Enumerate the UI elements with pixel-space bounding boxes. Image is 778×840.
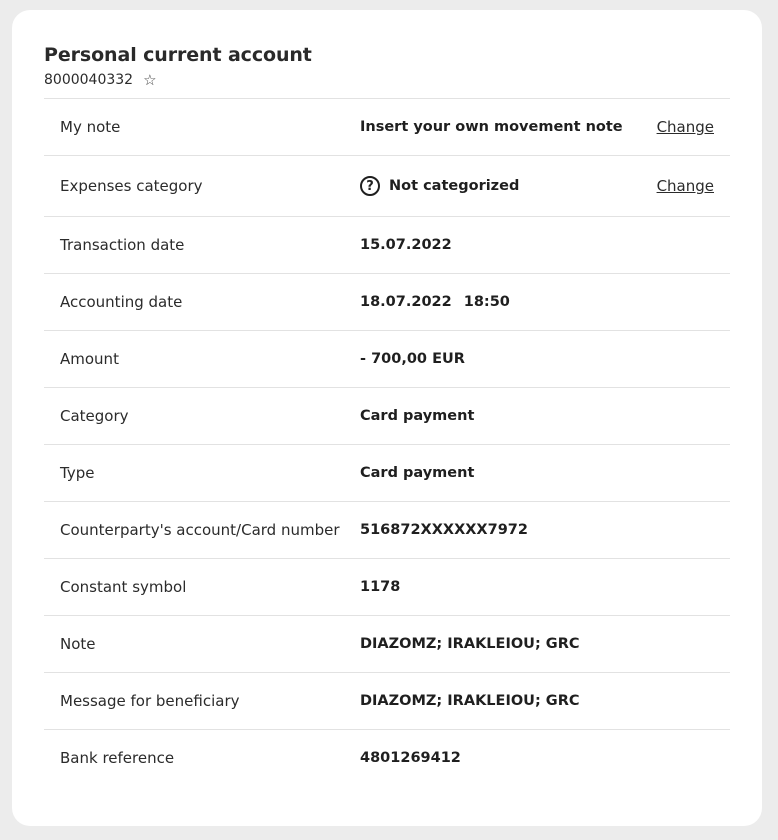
transaction-details-list: My note Insert your own movement note Ch… [44,98,730,786]
detail-label: Accounting date [60,293,183,311]
detail-label: Bank reference [60,749,175,767]
detail-label: Type [60,464,95,482]
detail-value: Insert your own movement note [360,119,623,135]
detail-value: DIAZOMZ; IRAKLEIOU; GRC [360,636,580,652]
detail-row-counterparty: Counterparty's account/Card number 51687… [44,501,730,558]
detail-label: Message for beneficiary [60,692,240,710]
detail-label: Expenses category [60,177,203,195]
detail-value: 516872XXXXXX7972 [360,522,528,538]
detail-value: Card payment [360,408,475,424]
detail-label: Note [60,635,96,653]
detail-value: 15.07.2022 [360,237,452,253]
detail-value-time: 18:50 [463,294,510,310]
detail-row-my-note: My note Insert your own movement note Ch… [44,98,730,155]
detail-row-type: Type Card payment [44,444,730,501]
change-category-link[interactable]: Change [657,177,714,195]
detail-row-transaction-date: Transaction date 15.07.2022 [44,216,730,273]
detail-value: 1178 [360,579,401,595]
account-header: Personal current account 8000040332 ☆ [44,44,312,88]
detail-value: Card payment [360,465,475,481]
detail-row-bank-reference: Bank reference 4801269412 [44,729,730,786]
detail-row-amount: Amount - 700,00 EUR [44,330,730,387]
detail-value-date: 18.07.2022 [360,294,452,310]
detail-value: - 700,00 EUR [360,351,465,367]
account-number: 8000040332 [44,72,134,88]
account-number-line: 8000040332 ☆ [44,72,312,88]
detail-label: My note [60,118,121,136]
account-title: Personal current account [44,44,312,66]
detail-label: Counterparty's account/Card number [60,521,340,539]
detail-row-note: Note DIAZOMZ; IRAKLEIOU; GRC [44,615,730,672]
detail-value-wrapper: ? Not categorized [360,176,519,196]
detail-label: Constant symbol [60,578,187,596]
detail-row-constant-symbol: Constant symbol 1178 [44,558,730,615]
star-outline-icon[interactable]: ☆ [143,72,156,88]
detail-row-expenses-category: Expenses category ? Not categorized Chan… [44,155,730,216]
detail-label: Category [60,407,129,425]
detail-value: DIAZOMZ; IRAKLEIOU; GRC [360,693,580,709]
detail-row-accounting-date: Accounting date 18.07.2022 18:50 [44,273,730,330]
detail-row-category: Category Card payment [44,387,730,444]
detail-value: 4801269412 [360,750,461,766]
detail-row-message-beneficiary: Message for beneficiary DIAZOMZ; IRAKLEI… [44,672,730,729]
detail-value: Not categorized [389,178,520,194]
detail-label: Amount [60,350,119,368]
detail-value-wrapper: 18.07.2022 18:50 [360,294,510,310]
detail-label: Transaction date [60,236,185,254]
change-note-link[interactable]: Change [657,118,714,136]
question-circle-icon: ? [360,176,380,196]
transaction-detail-card: Personal current account 8000040332 ☆ My… [12,10,762,826]
